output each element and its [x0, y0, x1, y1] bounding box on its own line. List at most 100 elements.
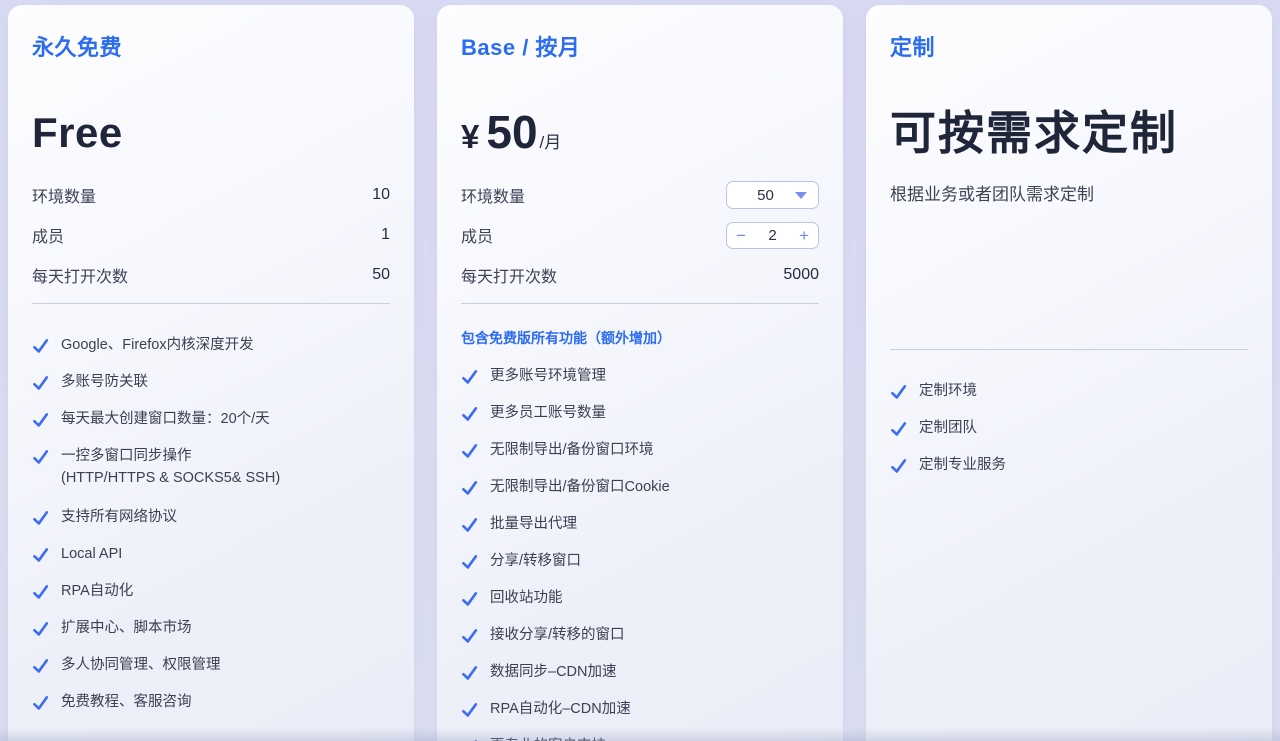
feature-text: Local API [61, 544, 122, 564]
price-period: /月 [540, 128, 562, 153]
feature-text: 更多账号环境管理 [490, 366, 606, 386]
feature-item: Local API [32, 544, 390, 564]
check-icon [32, 546, 49, 563]
check-icon [461, 701, 478, 718]
spec-label: 成员 [461, 223, 493, 247]
plan-price-base: ¥ 50 /月 [461, 105, 819, 161]
chevron-down-icon [795, 192, 807, 199]
spec-label: 每天打开次数 [32, 263, 128, 287]
check-icon [32, 583, 49, 600]
spec-list: 环境数量 50 成员 − 2 + 每天打开次数 5000 [461, 175, 819, 295]
feature-text: 数据同步–CDN加速 [490, 662, 616, 682]
feature-text: 扩展中心、脚本市场 [61, 618, 192, 638]
feature-list-free: Google、Firefox内核深度开发多账号防关联每天最大创建窗口数量：20个… [32, 335, 390, 712]
plan-price-free: Free [32, 105, 390, 161]
divider [890, 349, 1248, 350]
check-icon [32, 620, 49, 637]
spec-row: 成员 1 [32, 215, 390, 255]
feature-item: 无限制导出/备份窗口环境 [461, 440, 819, 460]
spec-row: 每天打开次数50 [32, 255, 390, 295]
pricing-card-custom: 定制 可按需求定制 根据业务或者团队需求定制 定制环境定制团队定制专业服务 [866, 5, 1272, 741]
check-icon [890, 420, 907, 437]
check-icon [890, 383, 907, 400]
included-features-note: 包含免费版所有功能（额外增加） [461, 328, 819, 348]
plan-title-free: Free [32, 105, 123, 161]
feature-item: 回收站功能 [461, 588, 819, 608]
spec-label: 环境数量 [461, 183, 525, 207]
feature-item: 多账号防关联 [32, 372, 390, 392]
feature-text: 多账号防关联 [61, 372, 148, 392]
stepper-decrement-button[interactable]: − [736, 227, 746, 244]
feature-item: RPA自动化–CDN加速 [461, 699, 819, 719]
feature-item: 更多员工账号数量 [461, 403, 819, 423]
feature-text: 支持所有网络协议 [61, 507, 177, 527]
stepper-increment-button[interactable]: + [799, 227, 809, 244]
feature-text: 定制环境 [919, 381, 977, 401]
feature-text: 一控多窗口同步操作 [61, 446, 280, 466]
member-count-stepper[interactable]: − 2 + [726, 222, 819, 249]
check-icon [32, 337, 49, 354]
spec-label: 成员 [32, 223, 64, 247]
check-icon [461, 590, 478, 607]
feature-text: 分享/转移窗口 [490, 551, 581, 571]
plan-subtitle: 根据业务或者团队需求定制 [890, 183, 1248, 207]
spec-value: 10 [372, 186, 390, 204]
check-icon [32, 657, 49, 674]
feature-item: RPA自动化 [32, 581, 390, 601]
feature-item: 定制团队 [890, 418, 1248, 438]
check-icon [461, 479, 478, 496]
check-icon [890, 457, 907, 474]
feature-item: 定制专业服务 [890, 455, 1248, 475]
feature-text: 无限制导出/备份窗口Cookie [490, 477, 670, 497]
feature-text: 回收站功能 [490, 588, 563, 608]
feature-item: 定制环境 [890, 381, 1248, 401]
check-icon [461, 627, 478, 644]
pricing-card-base: Base / 按月 ¥ 50 /月 环境数量 50 成员 − 2 + [437, 5, 843, 741]
feature-text: 多人协同管理、权限管理 [61, 655, 221, 675]
check-icon [32, 694, 49, 711]
divider [461, 303, 819, 304]
feature-list-base: 更多账号环境管理更多员工账号数量无限制导出/备份窗口环境无限制导出/备份窗口Co… [461, 366, 819, 741]
spec-value: 1 [381, 226, 390, 244]
feature-item: 每天最大创建窗口数量：20个/天 [32, 409, 390, 429]
feature-item: 支持所有网络协议 [32, 507, 390, 527]
check-icon [461, 553, 478, 570]
feature-text: 无限制导出/备份窗口环境 [490, 440, 654, 460]
card-header-base: Base / 按月 [461, 33, 819, 63]
feature-item: 无限制导出/备份窗口Cookie [461, 477, 819, 497]
feature-text: RPA自动化 [61, 581, 133, 601]
card-header-custom: 定制 [890, 33, 1248, 63]
feature-item: 批量导出代理 [461, 514, 819, 534]
check-icon [461, 516, 478, 533]
check-icon [461, 442, 478, 459]
feature-item: 更多账号环境管理 [461, 366, 819, 386]
feature-text: 定制团队 [919, 418, 977, 438]
feature-item: 更专业的客户支持 [461, 736, 819, 741]
pricing-page: 永久免费 Free 环境数量10成员1每天打开次数50 Google、Firef… [0, 0, 1280, 741]
check-icon [32, 448, 49, 465]
feature-text: 免费教程、客服咨询 [61, 692, 192, 712]
check-icon [32, 509, 49, 526]
feature-item: 免费教程、客服咨询 [32, 692, 390, 712]
feature-item: 扩展中心、脚本市场 [32, 618, 390, 638]
stepper-value: 2 [768, 227, 776, 244]
divider [32, 303, 390, 304]
spec-row-environments: 环境数量 50 [461, 175, 819, 215]
feature-text: 接收分享/转移的窗口 [490, 625, 625, 645]
spec-row-members: 成员 − 2 + [461, 215, 819, 255]
feature-text: RPA自动化–CDN加速 [490, 699, 631, 719]
feature-list-custom: 定制环境定制团队定制专业服务 [890, 381, 1248, 475]
price-amount: 50 [486, 105, 537, 159]
feature-item: 数据同步–CDN加速 [461, 662, 819, 682]
feature-text: 每天最大创建窗口数量：20个/天 [61, 409, 270, 429]
feature-text: 定制专业服务 [919, 455, 1006, 475]
feature-text: 批量导出代理 [490, 514, 577, 534]
spec-label: 环境数量 [32, 183, 96, 207]
spec-list: 环境数量 10 成员 1 每天打开次数50 [32, 175, 390, 295]
spec-label: 每天打开次数 [461, 263, 557, 287]
spec-row-daily-opens: 每天打开次数 5000 [461, 255, 819, 295]
feature-item: 分享/转移窗口 [461, 551, 819, 571]
environment-count-dropdown[interactable]: 50 [726, 181, 819, 209]
price-currency: ¥ [461, 118, 479, 156]
card-header-free: 永久免费 [32, 33, 390, 63]
